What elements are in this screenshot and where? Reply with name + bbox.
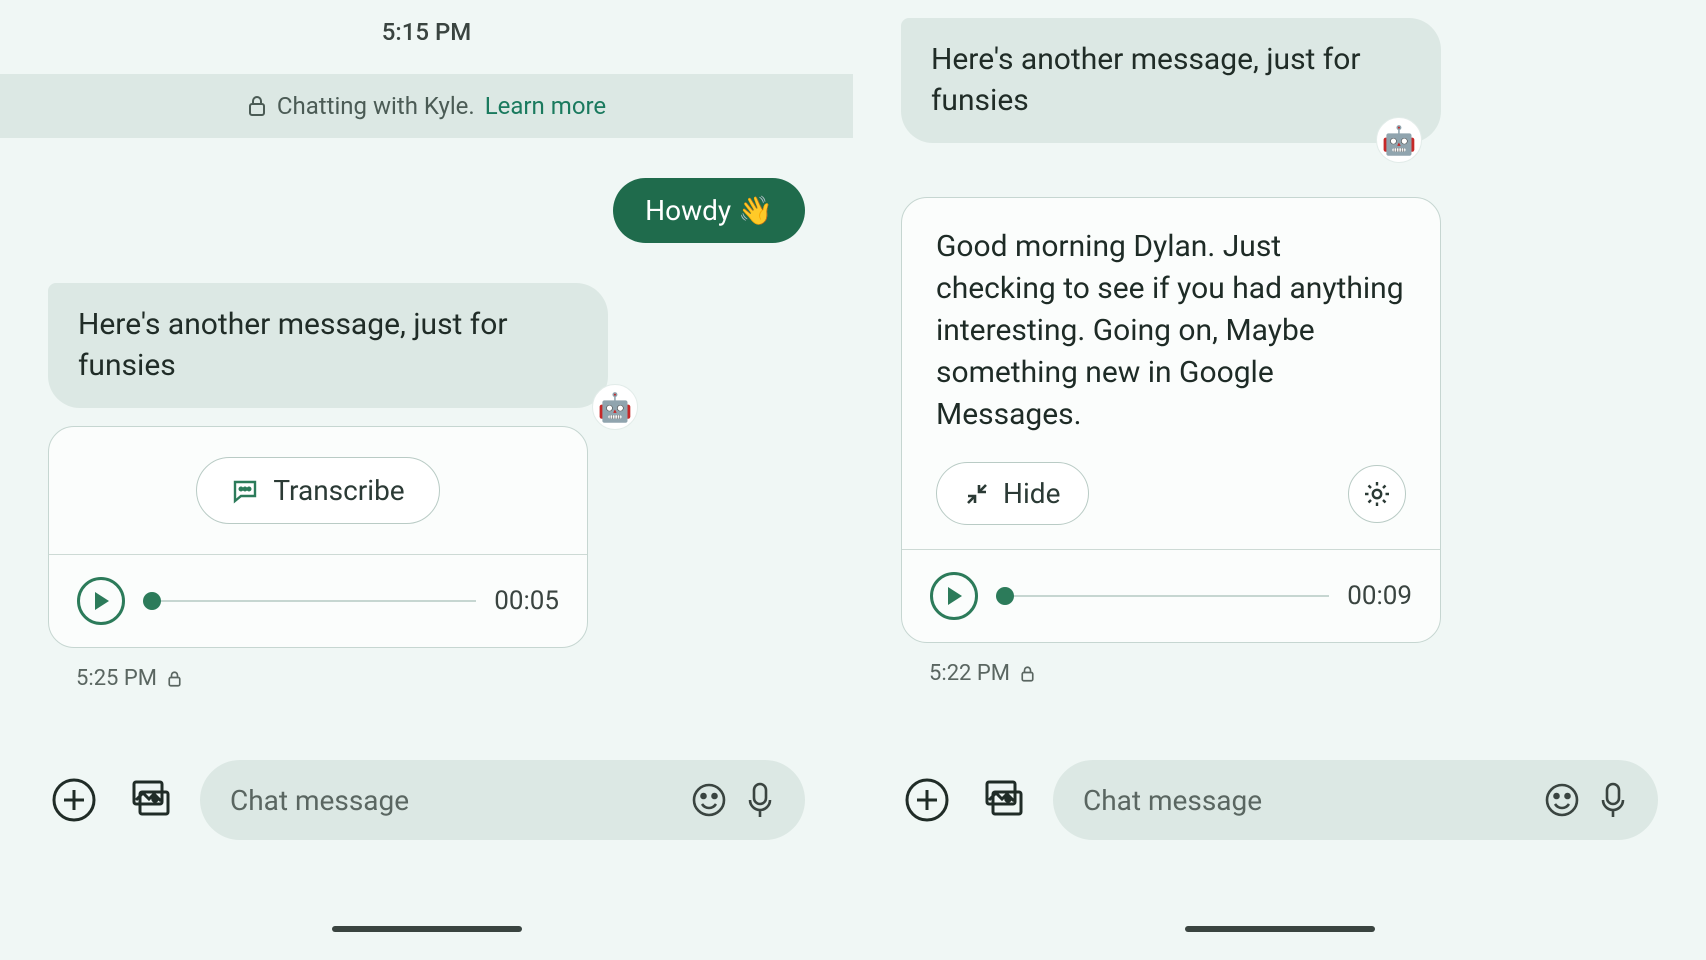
audio-slider[interactable] [143,600,476,602]
lock-icon [247,94,267,118]
avatar[interactable]: 🤖 [592,384,638,430]
voice-card-top-expanded: Good morning Dylan. Just checking to see… [902,198,1440,549]
conversation-time: 5:15 PM [48,0,805,74]
outgoing-bubble[interactable]: Howdy 👋 [613,178,805,243]
mic-icon[interactable] [745,780,775,820]
nav-handle[interactable] [1185,926,1375,932]
incoming-bubble[interactable]: Here's another message, just for funsies [901,18,1441,143]
audio-player: 00:05 [49,554,587,647]
incoming-message-row: Here's another message, just for funsies… [901,18,1441,143]
gallery-icon [980,777,1026,823]
gallery-button[interactable] [977,774,1029,826]
nav-handle[interactable] [332,926,522,932]
message-meta: 5:22 PM [901,653,1658,686]
play-button[interactable] [77,577,125,625]
voice-card-top: Transcribe [49,427,587,554]
audio-duration: 00:09 [1347,581,1412,611]
emoji-icon[interactable] [691,782,727,818]
emoji-icon[interactable] [1544,782,1580,818]
lock-icon [167,670,182,688]
lock-icon [1020,665,1035,683]
hide-button[interactable]: Hide [936,462,1089,525]
mic-icon[interactable] [1598,780,1628,820]
transcript-text: Good morning Dylan. Just checking to see… [936,226,1406,436]
transcribe-button[interactable]: Transcribe [196,457,439,524]
input-placeholder: Chat message [230,784,673,817]
audio-slider[interactable] [996,595,1329,597]
incoming-bubble[interactable]: Here's another message, just for funsies [48,283,608,408]
hide-label: Hide [1003,477,1060,510]
chat-input[interactable]: Chat message [200,760,805,840]
chat-input[interactable]: Chat message [1053,760,1658,840]
screenshot-right: Here's another message, just for funsies… [853,0,1706,960]
voice-message-card: Transcribe 00:05 [48,426,588,648]
voice-message-card-expanded: Good morning Dylan. Just checking to see… [901,197,1441,643]
play-button[interactable] [930,572,978,620]
compose-row: Chat message [901,760,1658,840]
meta-time: 5:25 PM [76,666,157,691]
banner-learn-more-link[interactable]: Learn more [485,92,606,120]
play-icon [945,586,963,606]
plus-circle-icon [51,777,97,823]
outgoing-message-row: Howdy 👋 [48,178,805,243]
message-meta: 5:25 PM [48,658,805,691]
transcript-controls: Hide [936,462,1406,525]
compose-row: Chat message [48,760,805,840]
plus-circle-icon [904,777,950,823]
gallery-icon [127,777,173,823]
gallery-button[interactable] [124,774,176,826]
slider-thumb[interactable] [143,592,161,610]
settings-button[interactable] [1348,465,1406,523]
meta-time: 5:22 PM [929,661,1010,686]
slider-thumb[interactable] [996,587,1014,605]
transcript-icon [231,478,259,504]
transcribe-label: Transcribe [273,474,404,507]
collapse-icon [965,482,989,506]
banner-text: Chatting with Kyle. [277,92,475,120]
audio-duration: 00:05 [494,586,559,616]
audio-player: 00:09 [902,549,1440,642]
input-placeholder: Chat message [1083,784,1526,817]
avatar[interactable]: 🤖 [1376,117,1422,163]
play-icon [92,591,110,611]
encryption-banner[interactable]: Chatting with Kyle. Learn more [0,74,853,138]
gear-icon [1362,479,1392,509]
add-attachment-button[interactable] [48,774,100,826]
screenshot-left: 5:15 PM Chatting with Kyle. Learn more H… [0,0,853,960]
add-attachment-button[interactable] [901,774,953,826]
incoming-message-row: Here's another message, just for funsies… [48,283,608,408]
